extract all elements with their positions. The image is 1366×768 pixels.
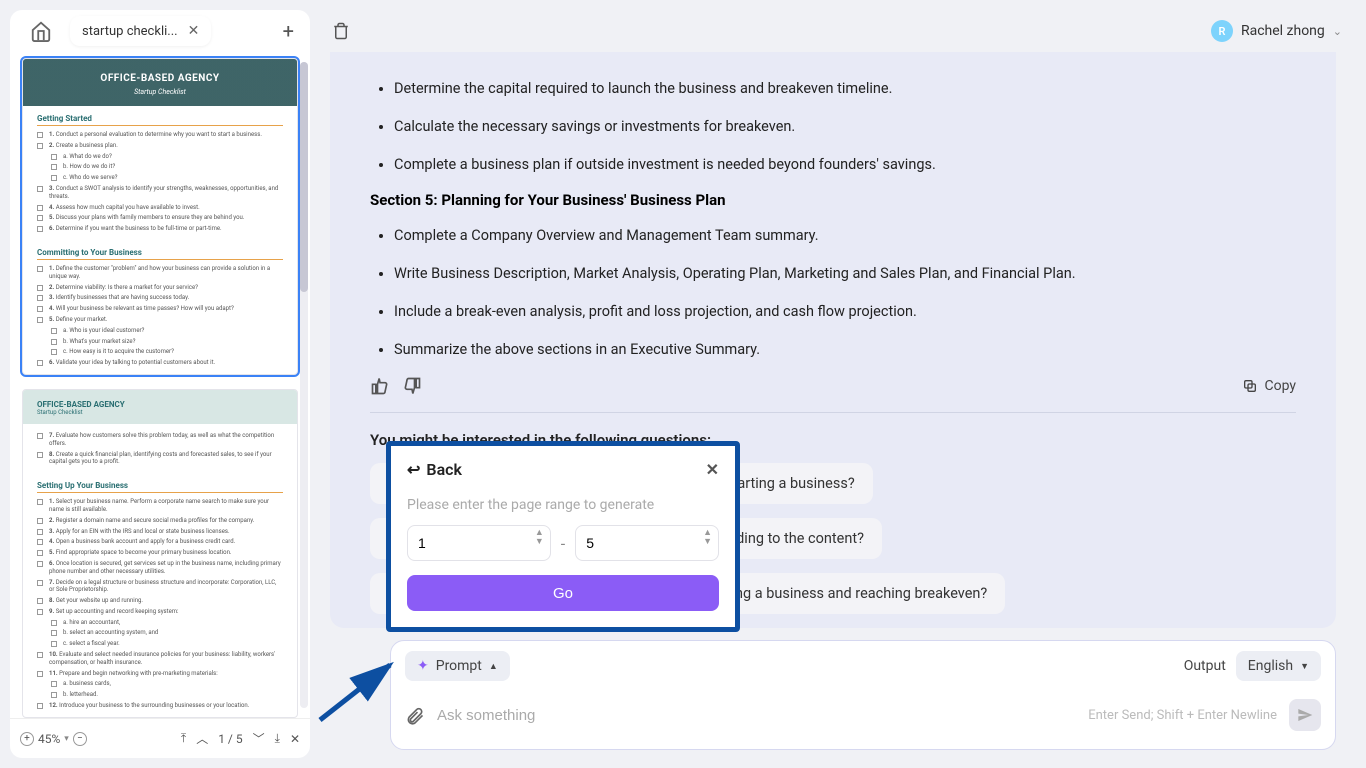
back-arrow-icon: ↩	[407, 460, 420, 479]
summary-list-a: Determine the capital required to launch…	[370, 78, 1296, 175]
content-toolbar: R Rachel zhong ⌄	[318, 10, 1356, 52]
prev-page-icon[interactable]: ︿	[196, 730, 208, 747]
last-page-icon[interactable]: ⤓	[275, 731, 280, 746]
send-icon	[1297, 707, 1313, 723]
chevron-down-icon: ⌄	[1333, 25, 1342, 38]
range-to-input[interactable]: ▲▼	[575, 525, 719, 561]
go-button[interactable]: Go	[407, 575, 719, 611]
output-label: Output	[1184, 658, 1226, 674]
send-button[interactable]	[1289, 699, 1321, 731]
thumbnails-list: OFFICE-BASED AGENCY Startup Checklist Ge…	[10, 52, 310, 718]
zoom-level: 45%	[38, 732, 60, 746]
thumbs-up-icon[interactable]	[370, 376, 390, 396]
chevron-down-icon: ▼	[1300, 661, 1309, 672]
chevron-up-icon: ▲	[489, 661, 498, 672]
copy-icon	[1242, 378, 1258, 394]
user-menu[interactable]: R Rachel zhong ⌄	[1211, 20, 1342, 42]
user-name: Rachel zhong	[1241, 23, 1325, 39]
page-thumbnail-2[interactable]: OFFICE-BASED AGENCY Startup Checklist 7.…	[22, 389, 298, 718]
first-page-icon[interactable]: ⤒	[181, 731, 186, 746]
trash-icon[interactable]	[332, 22, 350, 40]
thumbs-down-icon[interactable]	[402, 376, 422, 396]
range-dash: -	[561, 534, 565, 553]
step-down-icon[interactable]: ▼	[703, 538, 712, 547]
range-from-input[interactable]: ▲▼	[407, 525, 551, 561]
home-icon[interactable]	[30, 20, 52, 42]
close-icon[interactable]: ✕	[706, 460, 719, 479]
annotation-arrow	[310, 660, 410, 730]
close-panel-icon[interactable]: ✕	[290, 732, 300, 746]
file-tab[interactable]: startup checkli... ✕	[70, 16, 211, 46]
summary-list-b: Complete a Company Overview and Manageme…	[370, 225, 1296, 360]
copy-button[interactable]: Copy	[1242, 378, 1296, 394]
sidebar-scrollbar[interactable]	[300, 62, 308, 708]
page-range-popup: ↩ Back ✕ Please enter the page range to …	[386, 441, 740, 632]
zoom-in-icon[interactable]: +	[20, 732, 34, 746]
page-thumbnail-1[interactable]: OFFICE-BASED AGENCY Startup Checklist Ge…	[22, 58, 298, 375]
next-page-icon[interactable]: ﹀	[253, 730, 265, 747]
language-select[interactable]: English ▼	[1236, 651, 1321, 681]
close-icon[interactable]: ✕	[188, 23, 200, 39]
file-tab-title: startup checkli...	[82, 24, 178, 39]
popup-hint: Please enter the page range to generate	[407, 497, 719, 513]
zoom-out-icon[interactable]: −	[73, 732, 87, 746]
pdf-thumbnail-sidebar: startup checkli... ✕ + OFFICE-BASED AGEN…	[10, 10, 310, 758]
sparkle-icon: ✦	[417, 658, 429, 674]
add-tab-icon[interactable]: +	[283, 19, 300, 43]
prompt-area: ✦ Prompt ▲ Output English ▼ Enter Send; …	[390, 640, 1336, 750]
page-indicator: 1 / 5	[218, 732, 242, 746]
step-down-icon[interactable]: ▼	[535, 538, 544, 547]
prompt-menu[interactable]: ✦ Prompt ▲	[405, 651, 510, 681]
back-button[interactable]: ↩ Back	[407, 460, 462, 479]
prompt-input[interactable]	[437, 707, 1076, 724]
sidebar-footer: + 45% ▾ − ⤒ ︿ 1 / 5 ﹀ ⤓ ✕	[10, 718, 310, 758]
input-hint: Enter Send; Shift + Enter Newline	[1088, 708, 1277, 723]
section-title: Section 5: Planning for Your Business' B…	[370, 191, 1296, 209]
avatar: R	[1211, 20, 1233, 42]
